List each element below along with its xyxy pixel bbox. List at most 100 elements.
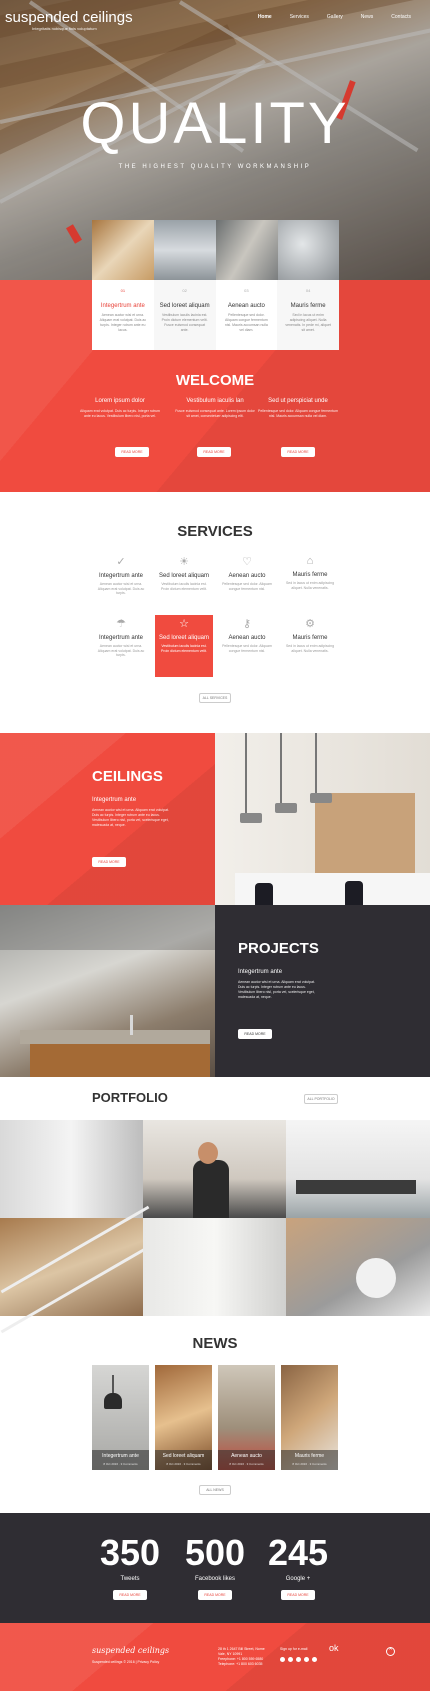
counter-read-more-button[interactable]: READ MORE [113,1590,147,1600]
portfolio-image[interactable] [0,1205,150,1334]
services-heading: SERVICES [177,523,253,540]
service-title: Aenean aucto [228,635,266,641]
news-comments: 3 Comments [120,1462,138,1466]
welcome-column-title: Lorem ipsum dolor [95,398,145,404]
welcome-column: Lorem ipsum dolor Aliquam erat volutpat.… [80,398,160,419]
service-text: Vestibulum iaculis lacinia est. Proin di… [161,582,207,591]
service-item[interactable]: ☀ Sed loreet aliquam Vestibulum iaculis la… [155,553,213,609]
feature-card[interactable]: 01 Integertrum ante Aenean auctor wisi e… [92,280,154,350]
counter-value: 500 [184,1532,246,1573]
nav-news[interactable]: News [352,14,383,20]
portfolio-image[interactable] [143,1218,286,1316]
news-comments: 3 Comments [183,1462,201,1466]
facebook-icon[interactable] [288,1657,293,1662]
news-title: Sed loreet aliquam [162,1453,205,1459]
feature-image-1 [92,220,154,280]
feature-card[interactable]: 04 Mauris ferme Sed in lacus ut enim adi… [277,280,339,350]
news-caption: Aenean aucto 8 Oct 2016 · 3 Comments [218,1450,275,1470]
footer-logo[interactable]: suspended ceilings [92,1646,169,1655]
star-icon: ☆ [179,618,189,630]
service-item[interactable]: ⌂ Mauris ferme Sed in lacus ut enim adipis… [281,553,339,609]
welcome-read-more-button[interactable]: READ MORE [281,447,315,457]
signup-ok-button[interactable]: ok [329,1643,339,1653]
key-icon: ⚷ [242,618,252,630]
welcome-column-text: Pellentesque sed dolor. Aliquam congue f… [258,409,338,418]
feature-text: Vestibulum iaculis lacinia est. Proin di… [161,313,208,332]
service-text: Sed in lacus ut enim adipiscing aliquet.… [285,644,335,653]
feature-image-3 [216,220,278,280]
welcome-read-more-button[interactable]: READ MORE [197,447,231,457]
counter-read-more-button[interactable]: READ MORE [198,1590,232,1600]
counter-label: Google + [285,1576,311,1582]
ceilings-heading: CEILINGS [92,768,163,785]
site-logo[interactable]: suspended ceilings [5,9,133,26]
service-title: Mauris ferme [292,572,328,578]
footer-signup-label: Sign up for e-mail [280,1647,308,1651]
service-item[interactable]: ☆ Sed loreet aliquam Vestibulum iaculis la… [155,615,213,677]
instagram-icon[interactable] [304,1657,309,1662]
service-item[interactable]: ☂ Integertrum ante Aenean auctor wisi et u… [92,615,150,671]
service-text: Vestibulum iaculis lacinia est. Proin di… [161,644,207,653]
twitter-icon[interactable] [280,1657,285,1662]
news-caption: Integertrum ante 8 Oct 2016 · 3 Comments [92,1450,149,1470]
scroll-top-icon[interactable]: ⌃ [386,1647,395,1656]
feature-text: Pellentesque sed dolor. Aliquam congue f… [224,313,268,332]
google-plus-icon[interactable] [296,1657,301,1662]
service-item[interactable]: ✓ Integertrum ante Aenean auctor wisi et u… [92,553,150,609]
projects-subtitle: Integertrum ante [238,969,283,975]
nav-services[interactable]: Services [281,14,318,20]
service-title: Aenean aucto [228,573,266,579]
all-portfolio-button[interactable]: ALL PORTFOLIO [304,1094,338,1104]
portfolio-image[interactable] [143,1120,286,1218]
feature-text: Sed in lacus ut enim adipiscing aliquet.… [285,313,331,332]
all-news-button[interactable]: ALL NEWS [199,1485,231,1495]
feature-title: Aenean aucto [227,303,265,309]
ceilings-read-more-button[interactable]: READ MORE [92,857,126,867]
linkedin-icon[interactable] [312,1657,317,1662]
service-item[interactable]: ♡ Aenean aucto Pellentesque sed dolor. Ali… [218,553,276,609]
feature-number: 01 [120,288,126,293]
service-text: Pellentesque sed dolor. Aliquam congue f… [222,582,272,591]
news-meta: 8 Oct 2016 · 3 Comments [229,1462,264,1466]
portfolio-image[interactable] [0,1120,143,1218]
portfolio-image[interactable] [286,1218,430,1316]
counter-read-more-button[interactable]: READ MORE [281,1590,315,1600]
news-card[interactable]: Sed loreet aliquam 8 Oct 2016 · 3 Commen… [155,1365,212,1470]
welcome-column-text: Fusce euismod consequat ante. Lorem ipsu… [175,409,255,418]
news-card[interactable]: Aenean aucto 8 Oct 2016 · 3 Comments [218,1365,275,1470]
feature-card[interactable]: 03 Aenean aucto Pellentesque sed dolor. … [216,280,278,350]
feature-number: 03 [244,288,249,293]
news-title: Integertrum ante [102,1453,139,1459]
service-text: Aenean auctor wisi et urna. Aliquam erat… [97,644,145,657]
news-date: 8 Oct 2016 [166,1462,181,1466]
news-date: 8 Oct 2016 [292,1462,307,1466]
news-comments: 3 Comments [246,1462,264,1466]
projects-read-more-button[interactable]: READ MORE [238,1029,272,1039]
check-circle-icon: ✓ [116,556,126,568]
feature-title: Mauris ferme [290,303,326,309]
service-title: Sed loreet aliquam [158,635,210,641]
portfolio-image[interactable] [286,1120,430,1218]
feature-card[interactable]: 02 Sed loreet aliquam Vestibulum iaculis… [153,280,216,350]
service-text: Sed in lacus ut enim adipiscing aliquet.… [285,581,335,590]
welcome-read-more-button[interactable]: READ MORE [115,447,149,457]
news-meta: 8 Oct 2016 · 3 Comments [292,1462,327,1466]
nav-contacts[interactable]: Contacts [382,14,420,20]
news-card[interactable]: Mauris ferme 8 Oct 2016 · 3 Comments [281,1365,338,1470]
feature-title: Sed loreet aliquam [159,303,210,309]
gift-icon: ⌂ [306,555,314,567]
nav-home[interactable]: Home [249,14,281,20]
news-title: Mauris ferme [294,1453,325,1459]
news-card[interactable]: Integertrum ante 8 Oct 2016 · 3 Comments [92,1365,149,1470]
social-icons [280,1657,317,1662]
service-item[interactable]: ⚙ Mauris ferme Sed in lacus ut enim adipis… [281,615,339,671]
projects-heading: PROJECTS [238,940,319,957]
service-item[interactable]: ⚷ Aenean aucto Pellentesque sed dolor. Ali… [218,615,276,671]
nav-gallery[interactable]: Gallery [318,14,352,20]
footer-address-line: 28 th 1 2647 Bill Street, Nome Vale, NY … [218,1647,265,1656]
all-services-button[interactable]: ALL SERVICES [199,693,231,703]
counter: 245 Google + [258,1532,338,1582]
news-meta: 8 Oct 2016 · 3 Comments [103,1462,138,1466]
service-title: Sed loreet aliquam [158,573,210,579]
projects-text: Aenean auctor wisi et urna. Aliquam erat… [238,980,316,999]
